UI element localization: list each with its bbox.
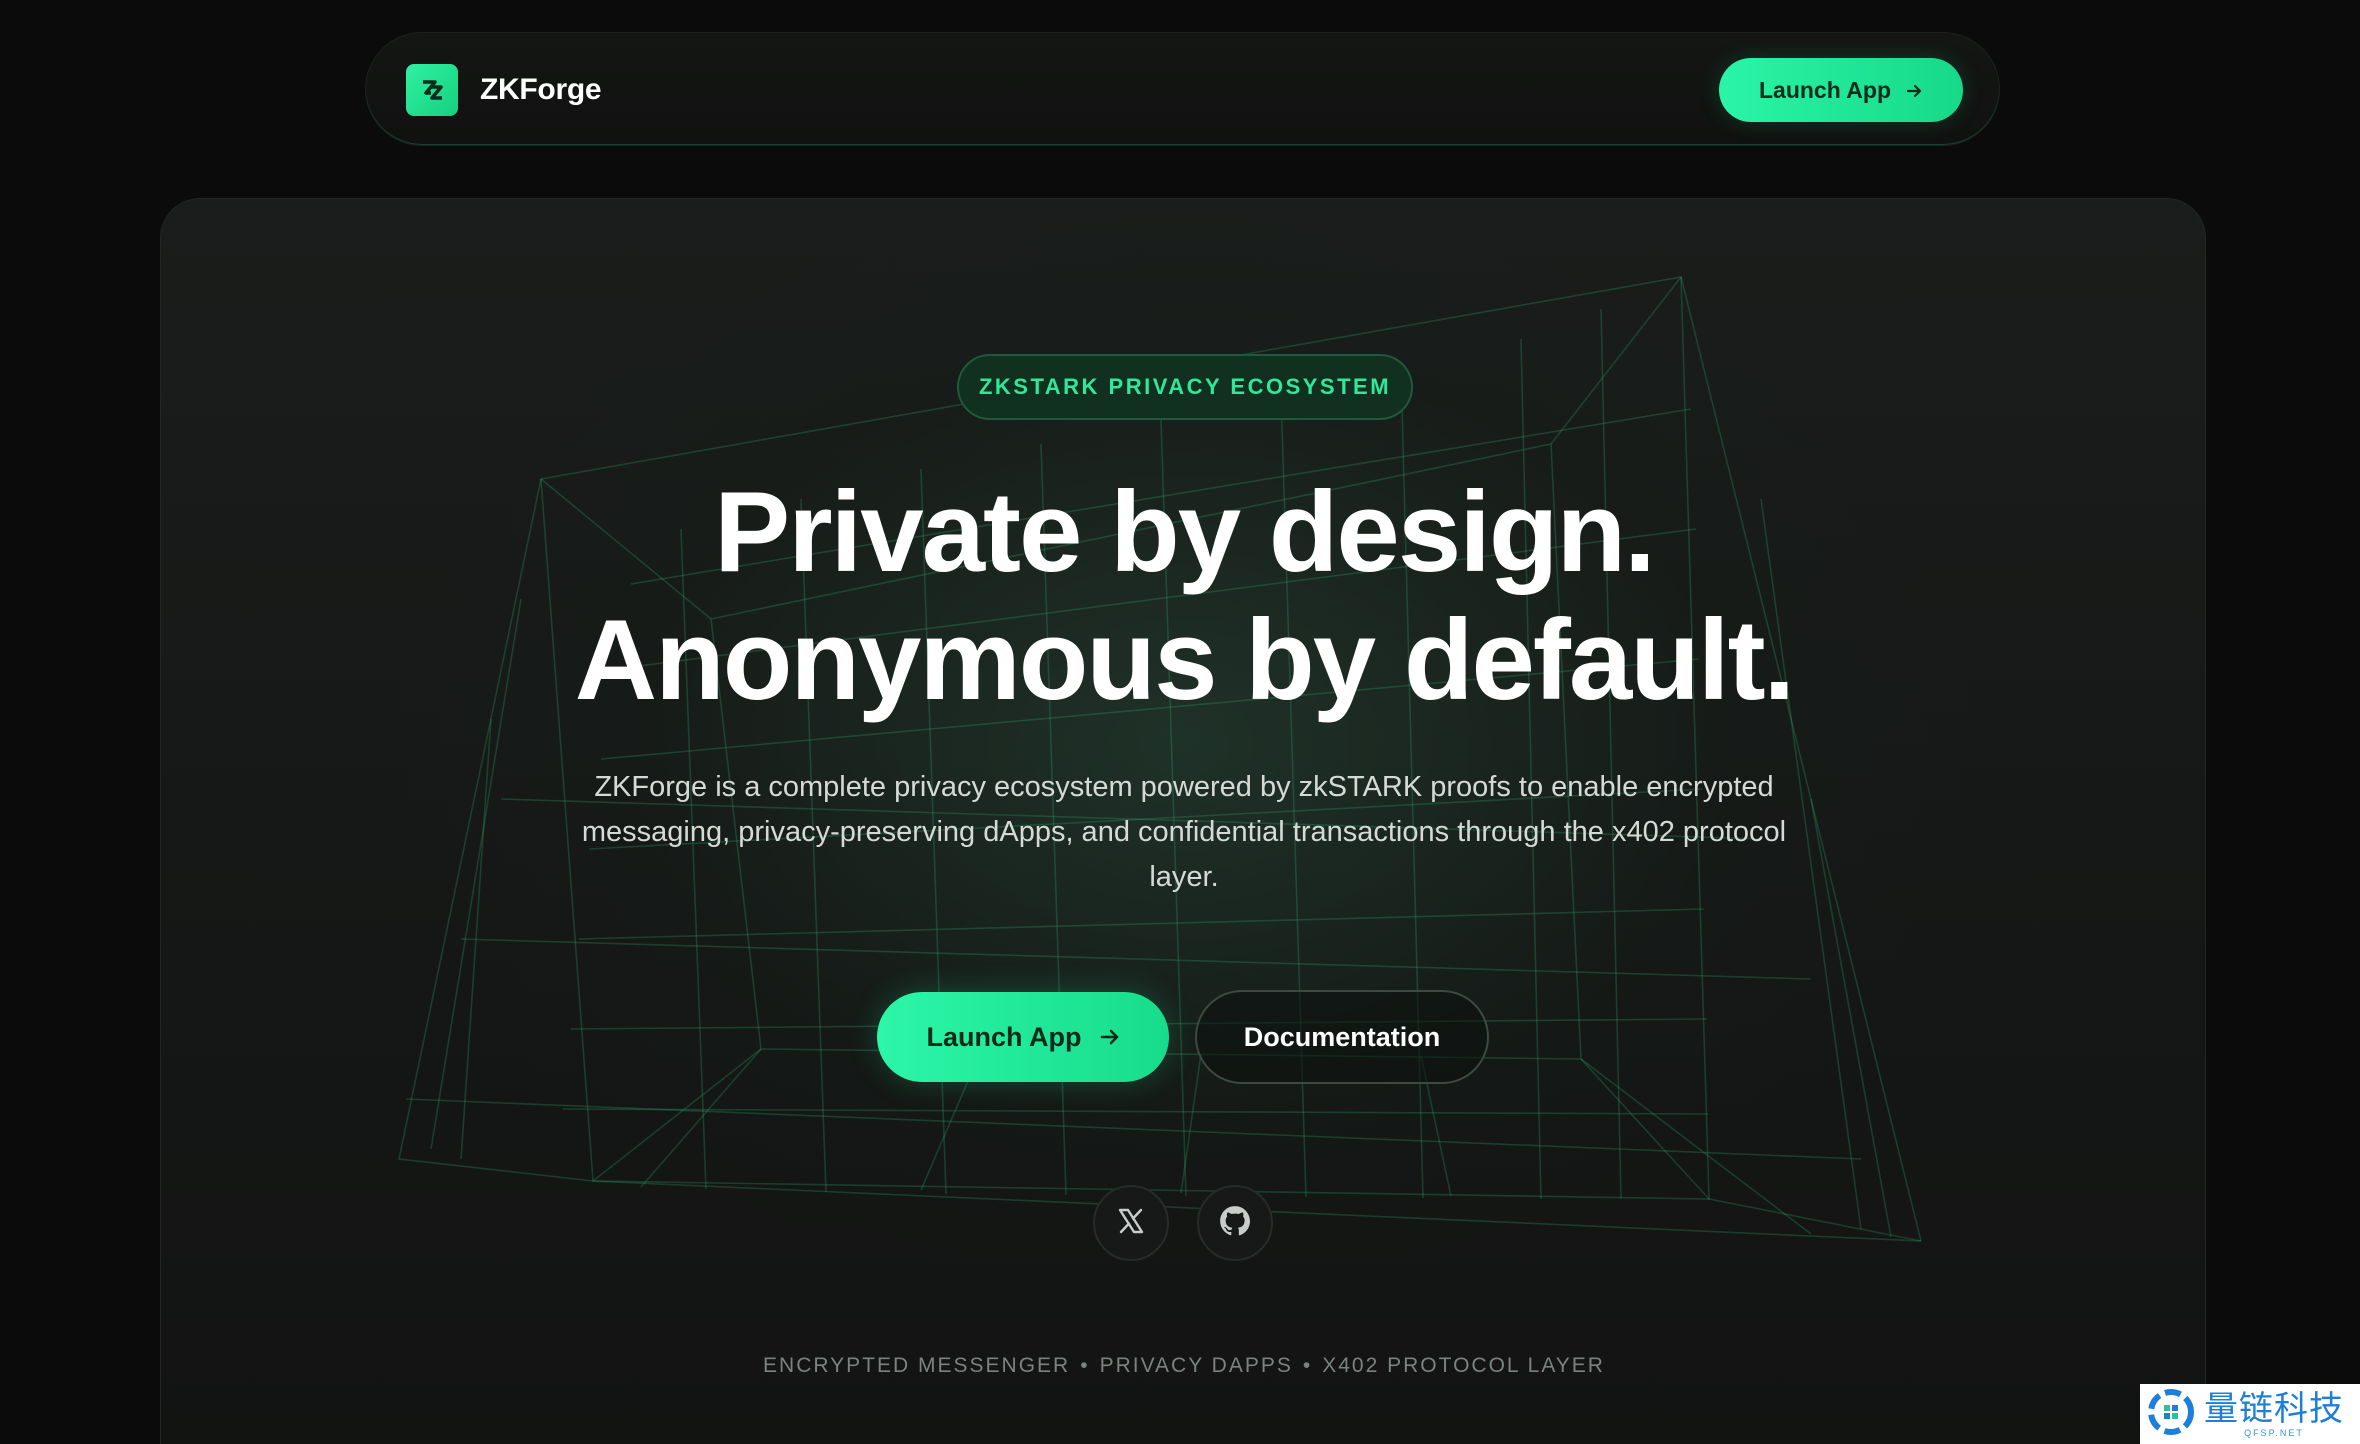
zk-logo-icon (406, 64, 458, 116)
hero-launch-app-label: Launch App (926, 1021, 1082, 1052)
feature-separator: • (1302, 1354, 1313, 1377)
watermark-chinese: 量链科技 (2204, 1389, 2344, 1429)
arrow-right-icon (1100, 1022, 1120, 1053)
github-icon (1218, 1204, 1252, 1243)
arrow-right-icon (1906, 77, 1923, 104)
watermark-english: QFSP.NET (2244, 1428, 2304, 1438)
feature-separator: • (1080, 1354, 1090, 1377)
brand-name: ZKForge (480, 73, 602, 106)
brand[interactable]: ZKForge (406, 64, 602, 116)
x-twitter-link[interactable] (1093, 1185, 1169, 1261)
landing-page: ZKForge Launch App ZKSTARK PRIVACY ECOSY… (0, 0, 2360, 1444)
documentation-label: Documentation (1243, 1021, 1441, 1052)
x-twitter-icon (1116, 1206, 1146, 1241)
hero-headline: Private by design. Anonymous by default. (161, 469, 2205, 725)
feature-list: ENCRYPTED MESSENGER • PRIVACY DAPPS • X402 P… (161, 1354, 2205, 1378)
hero-description: ZKForge is a complete privacy ecosystem … (581, 771, 1787, 893)
ecosystem-badge: ZKSTARK PRIVACY ECOSYSTEM (957, 354, 1413, 420)
feature-item: X402 PROTOCOL LAYER (1322, 1354, 1605, 1377)
feature-item: PRIVACY DAPPS (1099, 1354, 1293, 1377)
top-navbar: ZKForge Launch App (365, 32, 2000, 146)
watermark: 量链科技 QFSP.NET (2140, 1384, 2360, 1444)
documentation-button[interactable]: Documentation (1195, 990, 1489, 1084)
feature-item: ENCRYPTED MESSENGER (763, 1354, 1071, 1377)
hero-section: ZKSTARK PRIVACY ECOSYSTEM Private by des… (160, 198, 2206, 1444)
hero-launch-app-button[interactable]: Launch App (877, 992, 1169, 1082)
watermark-text: 量链科技 QFSP.NET (2204, 1390, 2344, 1438)
nav-launch-app-button[interactable]: Launch App (1719, 58, 1963, 122)
github-link[interactable] (1197, 1185, 1273, 1261)
headline-line-2: Anonymous by default. (574, 597, 1795, 724)
headline-line-1: Private by design. (714, 469, 1656, 596)
watermark-logo-icon (2144, 1385, 2198, 1444)
nav-launch-app-label: Launch App (1758, 76, 1892, 103)
